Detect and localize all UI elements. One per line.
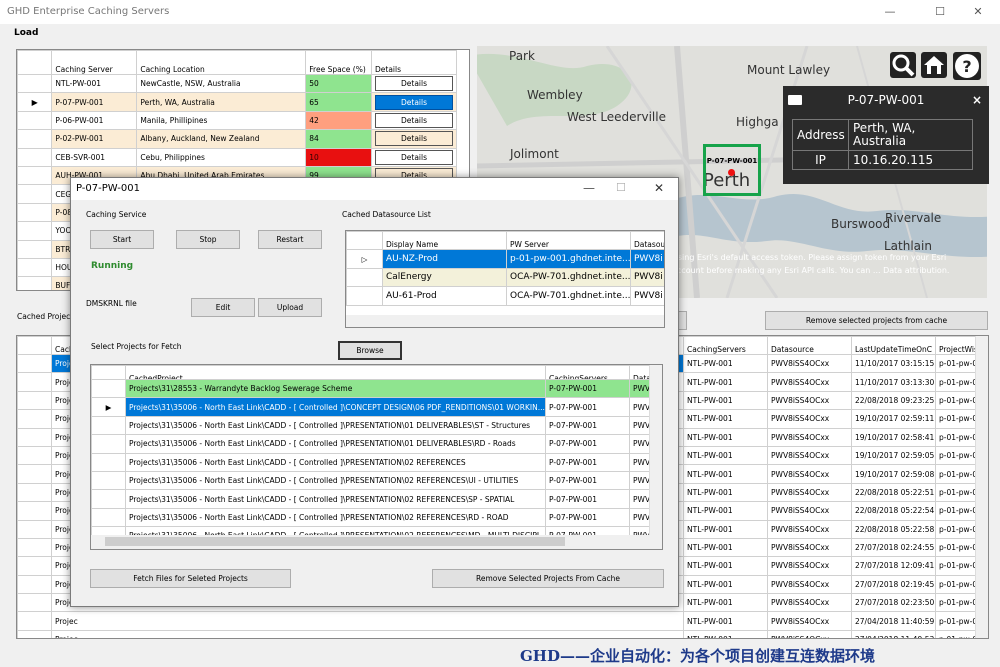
esri-notice: Using Esri's default access token. Pleas… — [672, 253, 950, 275]
edit-button[interactable]: Edit — [191, 298, 255, 317]
projects-fetch-rows: Projects\31\28553 - Warrandyte Backlog S… — [91, 378, 650, 546]
title-bar: GHD Enterprise Caching Servers — ☐ ✕ — [0, 0, 1000, 24]
svg-text:?: ? — [962, 57, 971, 76]
browse-button[interactable]: Browse — [338, 341, 402, 360]
details-button[interactable]: Details — [375, 112, 453, 128]
map-label: Wembley — [527, 88, 583, 102]
restart-button[interactable]: Restart — [258, 230, 322, 249]
service-status: Running — [91, 261, 134, 271]
col-project-wise[interactable]: ProjectWis — [935, 336, 978, 356]
caching-service-label: Caching Service — [86, 210, 147, 219]
map-label: Burswood — [831, 217, 891, 231]
popup-title: P-07-PW-001 — [847, 93, 925, 107]
horizontal-scrollbar[interactable] — [91, 535, 662, 549]
table-row[interactable]: ▷ AU-NZ-Prod p-01-pw-001.ghdnet.inte... PWV… — [346, 249, 664, 269]
map-label: Park — [509, 49, 535, 63]
dmskrnl-label: DMSKRNL file — [86, 299, 137, 308]
table-row[interactable]: Projects\31\35006 - North East Link\CADD… — [91, 507, 650, 528]
menu-load[interactable]: Load — [14, 28, 38, 38]
ip-value: 10.16.20.115 — [848, 150, 973, 170]
cached-datasource-label: Cached Datasource List — [342, 210, 431, 219]
table-row[interactable]: Projects\31\35006 - North East Link\CADD… — [91, 415, 650, 436]
table-row[interactable]: AU-61-Prod OCA-PW-701.ghdnet.inte... PWV8i — [346, 286, 664, 306]
table-row[interactable]: CEB-SVR-001 Cebu, Philippines 10 Details — [17, 147, 457, 167]
details-button[interactable]: Details — [375, 149, 453, 165]
start-button[interactable]: Start — [90, 230, 154, 249]
table-row[interactable]: Projects\31\35006 - North East Link\CADD… — [91, 434, 650, 454]
table-row[interactable]: ProjecNTL-PW-001PWV8iSS4OCxx27/04/2018 1… — [17, 629, 978, 638]
table-row[interactable]: Projects\31\35006 - North East Link\CADD… — [91, 452, 650, 472]
cached-projects-label: Cached Projects — [17, 312, 78, 321]
table-row[interactable]: ProjecNTL-PW-001PWV8iSS4OCxx27/04/2018 1… — [17, 611, 978, 631]
table-row[interactable]: CalEnergy OCA-PW-701.ghdnet.inte... PWV8i — [346, 267, 664, 288]
address-label: Address — [792, 119, 849, 151]
dialog-title-bar: P-07-PW-001 — ☐ ✕ — [71, 178, 678, 200]
close-button[interactable]: ✕ — [956, 0, 1000, 24]
search-icon[interactable] — [890, 52, 916, 78]
server-popup: P-07-PW-001 × Address Perth, WA, Australi… — [783, 86, 989, 184]
map-label: Rivervale — [885, 211, 942, 225]
upload-button[interactable]: Upload — [258, 298, 322, 317]
horizontal-scrollbar[interactable] — [346, 315, 664, 327]
map-label: Mount Lawley — [747, 63, 831, 77]
col-details[interactable]: Details — [371, 50, 457, 75]
col-last-update[interactable]: LastUpdateTimeOnC — [851, 336, 936, 356]
dialog-minimize-button[interactable]: — — [583, 181, 595, 195]
row-header-corner — [17, 50, 53, 75]
map-label: Jolimont — [510, 147, 559, 161]
vertical-scrollbar[interactable] — [975, 336, 988, 638]
projects-fetch-grid: CachedProject CachingServers Data Projects… — [90, 364, 663, 550]
map-label: Highga — [736, 115, 779, 129]
table-row[interactable]: NTL-PW-001 NewCastle, NSW, Australia 50 D… — [17, 73, 457, 94]
table-row[interactable]: P-02-PW-001 Albany, Auckland, New Zealand… — [17, 129, 457, 149]
table-row[interactable]: Projects\31\35006 - North East Link\CADD… — [91, 489, 650, 509]
window-title: GHD Enterprise Caching Servers — [7, 6, 170, 17]
map-label: West Leederville — [567, 110, 666, 124]
select-projects-label: Select Projects for Fetch — [91, 342, 182, 351]
table-row[interactable]: Projects\31\35006 - North East Link\CADD… — [91, 470, 650, 491]
col-free-space[interactable]: Free Space (%) — [305, 50, 372, 75]
table-row[interactable]: ▶ Projects\31\35006 - North East Link\CAD… — [91, 397, 650, 417]
server-marker[interactable]: P-07-PW-001 — [703, 144, 761, 196]
minimize-button[interactable]: — — [868, 0, 912, 24]
dialog-maximize-button[interactable]: ☐ — [616, 181, 626, 194]
fetch-files-button[interactable]: Fetch Files for Seleted Projects — [90, 569, 291, 588]
caption: GHD——企业自动化：为各个项目创建互连数据环境 — [520, 647, 875, 665]
table-row[interactable]: Projects\31\28553 - Warrandyte Backlog S… — [91, 378, 650, 399]
help-icon[interactable]: ? — [953, 52, 981, 80]
col-caching-servers[interactable]: CachingServers — [683, 336, 768, 356]
details-button[interactable]: Details — [375, 94, 453, 110]
col-caching-server[interactable]: Caching Server — [51, 50, 138, 75]
popup-close-icon[interactable]: × — [972, 93, 982, 107]
marker-dot — [728, 169, 735, 176]
datasource-grid: Display Name PW Server Datasou ▷ AU-NZ-Prod… — [345, 230, 665, 328]
col-datasource[interactable]: Datasource — [767, 336, 852, 356]
vertical-scrollbar[interactable] — [649, 365, 662, 535]
table-row[interactable]: ▶ P-07-PW-001 Perth, WA, Australia 65 Deta… — [17, 92, 457, 112]
ip-label: IP — [792, 150, 849, 170]
col-caching-location[interactable]: Caching Location — [136, 50, 307, 75]
dialog-title: P-07-PW-001 — [76, 183, 140, 194]
details-button[interactable]: Details — [375, 131, 453, 147]
details-button[interactable]: Details — [375, 76, 453, 92]
server-detail-dialog: P-07-PW-001 — ☐ ✕ Caching Service Start … — [70, 177, 679, 607]
remove-selected-from-cache-button[interactable]: Remove selected projects from cache — [765, 311, 988, 330]
dialog-close-button[interactable]: ✕ — [654, 181, 664, 195]
remove-selected-projects-button[interactable]: Remove Selected Projects From Cache — [432, 569, 664, 588]
stop-button[interactable]: Stop — [176, 230, 240, 249]
address-value: Perth, WA, Australia — [848, 119, 973, 151]
home-icon[interactable] — [921, 52, 947, 78]
table-row[interactable]: P-06-PW-001 Manila, Phillipines 42 Detail… — [17, 110, 457, 131]
